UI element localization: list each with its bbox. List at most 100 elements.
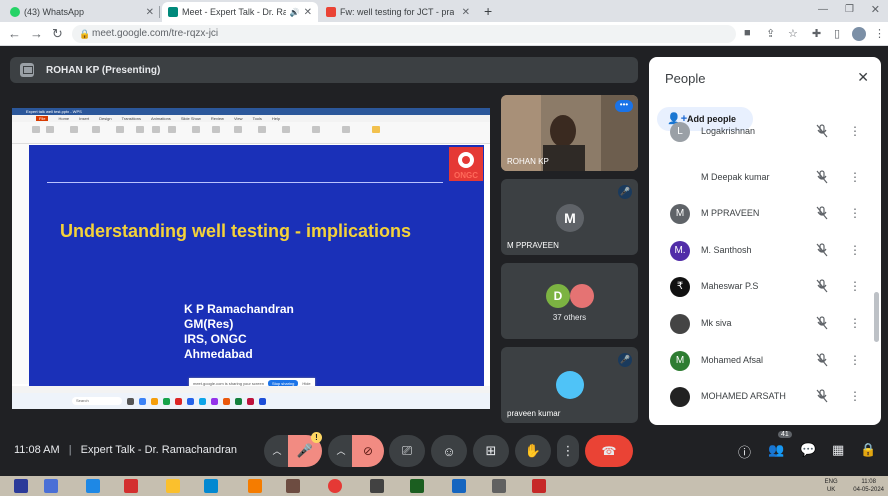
url-input[interactable]: 🔒 meet.google.com/tre-rqzx-jci xyxy=(72,25,736,43)
acrobat-icon[interactable] xyxy=(124,479,138,493)
more-vert-icon[interactable]: ⋮ xyxy=(849,389,861,403)
close-icon[interactable]: ✕ xyxy=(462,7,470,18)
bookmark-star-icon[interactable]: ☆ xyxy=(788,27,798,40)
tab-whatsapp[interactable]: (43) WhatsApp ✕ xyxy=(4,2,160,22)
avatar: M xyxy=(556,204,584,232)
address-bar-row: ← → ↻ 🔒 meet.google.com/tre-rqzx-jci ■ ⇪… xyxy=(0,22,888,46)
forward-icon[interactable]: → xyxy=(30,26,43,41)
vlc-icon[interactable] xyxy=(248,479,262,493)
clock-time: 11:08 AM xyxy=(14,444,60,456)
app-icon[interactable] xyxy=(286,479,300,493)
minimize-icon[interactable]: — xyxy=(818,4,828,15)
sidepanel-icon[interactable]: ▯ xyxy=(834,27,840,40)
participant-row[interactable]: M Deepak kumar ⋮ xyxy=(649,163,881,193)
chat-icon[interactable]: 💬 xyxy=(800,442,816,458)
video-options-button[interactable]: ︿ xyxy=(328,435,354,467)
participant-tile[interactable]: 🎤 M M PPRAVEEN xyxy=(501,179,638,255)
activities-icon[interactable]: ▦ xyxy=(832,442,844,458)
participant-tile[interactable]: ••• ROHAN KP xyxy=(501,95,638,171)
participant-row[interactable]: MOHAMED ARSATH ⋮ xyxy=(649,382,881,412)
mic-off-icon[interactable] xyxy=(815,389,829,403)
scrollbar[interactable] xyxy=(874,292,879,342)
close-icon[interactable]: ✕ xyxy=(304,7,312,18)
more-vert-icon[interactable]: ⋮ xyxy=(849,279,861,293)
maximize-icon[interactable]: ❐ xyxy=(845,4,854,15)
more-vert-icon[interactable]: ⋮ xyxy=(849,124,861,138)
participant-row[interactable]: L Logakrishnan ⋮ xyxy=(649,122,881,156)
tab-meet[interactable]: Meet - Expert Talk - Dr. Ram 🔊 ✕ xyxy=(162,2,318,22)
participant-row[interactable]: Mk siva ⋮ xyxy=(649,309,881,339)
present-button[interactable]: ⊞ xyxy=(473,435,509,467)
reload-icon[interactable]: ↻ xyxy=(52,26,63,42)
mic-off-icon[interactable] xyxy=(815,170,829,184)
captions-button[interactable]: ⎚ xyxy=(389,435,425,467)
more-options-icon[interactable]: ••• xyxy=(615,100,633,112)
ppt-menu-item: Design xyxy=(99,116,112,121)
participant-name: MOHAMED ARSATH xyxy=(701,391,786,401)
menu-dots-icon[interactable]: ⋮ xyxy=(874,27,885,40)
camera-icon[interactable]: ■ xyxy=(744,27,751,39)
share-icon[interactable]: ⇪ xyxy=(766,27,775,40)
app-icon[interactable] xyxy=(370,479,384,493)
others-tile[interactable]: D 37 others xyxy=(501,263,638,339)
ie-icon[interactable] xyxy=(86,479,100,493)
tab-gmail[interactable]: Fw: well testing for JCT - praveen ✕ xyxy=(320,2,476,22)
excel-icon[interactable] xyxy=(410,479,424,493)
mic-off-icon[interactable] xyxy=(815,316,829,330)
participant-row[interactable]: M M PPRAVEEN ⋮ xyxy=(649,199,881,229)
captions-icon: ⎚ xyxy=(401,443,413,458)
app-icon[interactable] xyxy=(492,479,506,493)
close-icon[interactable]: ✕ xyxy=(857,69,869,86)
mic-off-icon[interactable] xyxy=(815,243,829,257)
participant-row[interactable]: M. M. Santhosh ⋮ xyxy=(649,236,881,266)
word-icon[interactable] xyxy=(452,479,466,493)
hide-button: Hide xyxy=(302,380,311,386)
info-icon[interactable]: ⓘ xyxy=(738,442,751,461)
back-icon[interactable]: ← xyxy=(8,26,21,41)
start-icon[interactable] xyxy=(14,479,28,493)
more-vert-icon[interactable]: ⋮ xyxy=(849,316,861,330)
slide-author-block: K P Ramachandran GM(Res) IRS, ONGC Ahmed… xyxy=(184,302,294,362)
mic-off-icon[interactable] xyxy=(815,124,829,138)
camera-off-icon: ⊘ xyxy=(362,444,374,458)
more-vert-icon[interactable]: ⋮ xyxy=(849,170,861,184)
people-icon[interactable]: 👥 xyxy=(768,442,784,458)
participant-row[interactable]: M Mohamed Afsal ⋮ xyxy=(649,346,881,376)
profile-avatar[interactable] xyxy=(852,27,866,41)
new-tab-button[interactable]: + xyxy=(484,3,492,19)
more-vert-icon[interactable]: ⋮ xyxy=(849,243,861,257)
app-icon[interactable] xyxy=(166,479,180,493)
author-line: GM(Res) xyxy=(184,317,234,331)
ppt-menu-item: Review xyxy=(210,116,224,121)
participant-row[interactable]: ₹ Maheswar P.S ⋮ xyxy=(649,272,881,302)
settings-icon[interactable] xyxy=(44,479,58,493)
chrome-icon[interactable] xyxy=(328,479,342,493)
leave-call-button[interactable]: ☎ xyxy=(585,435,633,467)
meeting-title: Expert Talk - Dr. Ramachandran xyxy=(80,444,237,456)
ppt-status-bar xyxy=(12,386,490,393)
people-panel: People ✕ 👤+ Add people L Logakrishnan ⋮ M D… xyxy=(649,57,881,425)
author-line: K P Ramachandran xyxy=(184,302,294,316)
ppt-ribbon xyxy=(12,122,490,144)
participant-name: M PPRAVEEN xyxy=(701,208,760,218)
app-icon[interactable] xyxy=(204,479,218,493)
host-controls-icon[interactable]: 🔒 xyxy=(860,442,876,458)
more-vert-icon[interactable]: ⋮ xyxy=(849,206,861,220)
camera-toggle-button[interactable]: ⊘ xyxy=(352,435,384,467)
raise-hand-button[interactable]: ✋ xyxy=(515,435,551,467)
participant-tile[interactable]: 🎤 praveen kumar xyxy=(501,347,638,423)
close-icon[interactable]: ✕ xyxy=(146,7,154,18)
audio-options-button[interactable]: ︿ xyxy=(264,435,290,467)
avatar xyxy=(556,371,584,399)
emoji-button[interactable]: ☺ xyxy=(431,435,467,467)
more-options-button[interactable]: ⋮ xyxy=(557,435,579,467)
more-vert-icon[interactable]: ⋮ xyxy=(849,353,861,367)
window-close-icon[interactable]: ✕ xyxy=(871,3,880,16)
mic-off-icon[interactable] xyxy=(815,279,829,293)
mic-off-icon[interactable] xyxy=(815,353,829,367)
ppt-title: Expert talk well test.pptx - WPS xyxy=(26,109,82,114)
extensions-icon[interactable]: ✚ xyxy=(812,27,821,40)
app-icon[interactable] xyxy=(532,479,546,493)
avatar: L xyxy=(670,122,690,142)
mic-off-icon[interactable] xyxy=(815,206,829,220)
